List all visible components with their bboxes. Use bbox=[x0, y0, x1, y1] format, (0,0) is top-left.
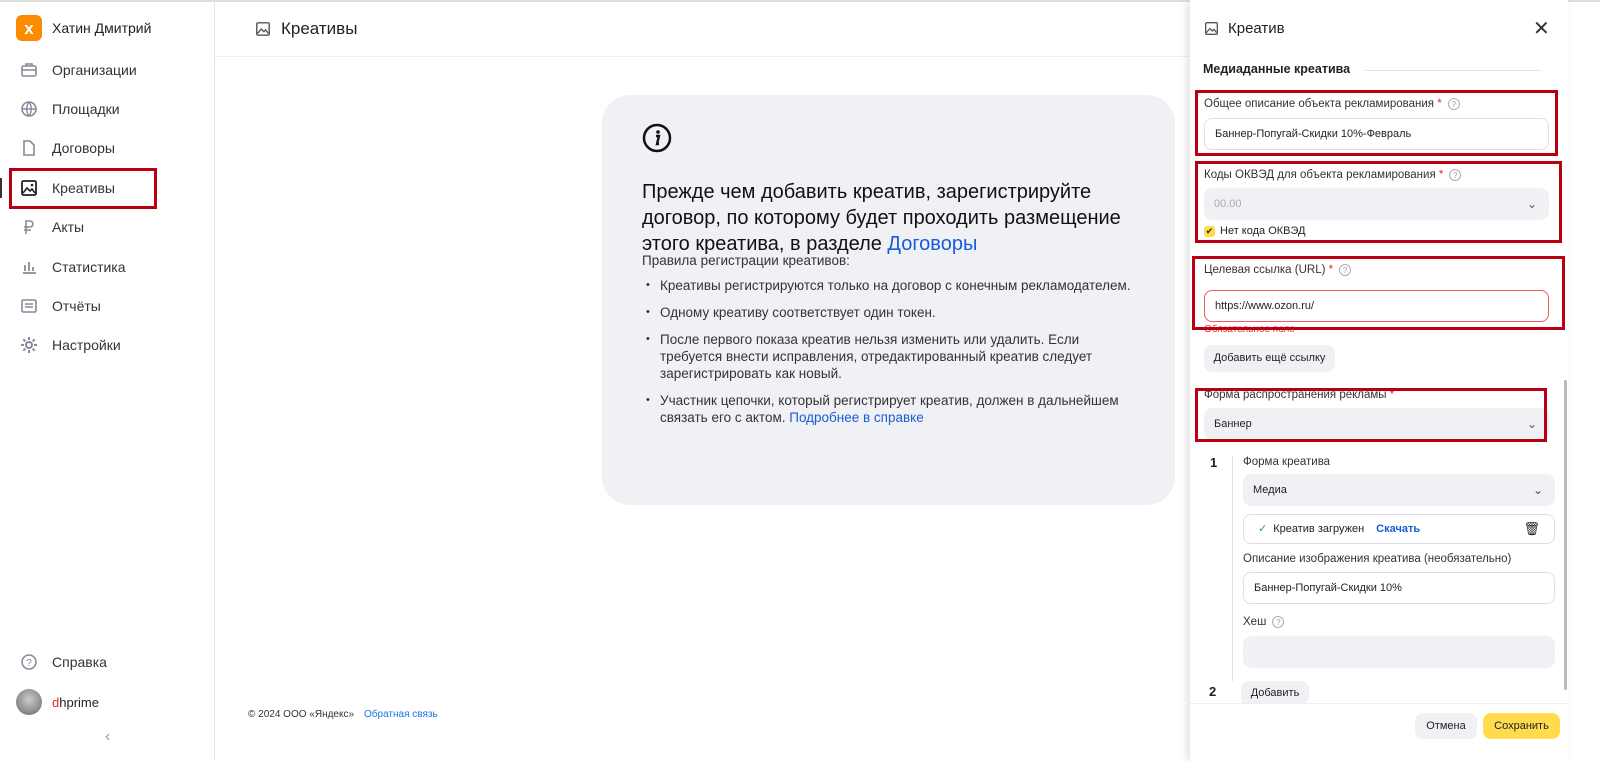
sidebar-item-label: Договоры bbox=[52, 140, 115, 156]
download-link[interactable]: Скачать bbox=[1376, 523, 1420, 535]
chart-icon bbox=[23, 262, 36, 274]
account-name[interactable]: dhprime bbox=[52, 695, 99, 710]
globe-icon bbox=[21, 101, 37, 117]
info-card: Прежде чем добавить креатив, зарегистрир… bbox=[602, 95, 1175, 505]
hash-input[interactable] bbox=[1243, 636, 1555, 668]
trash-icon[interactable]: 🗑 bbox=[1523, 515, 1540, 543]
list-item: Креативы регистрируются только на догово… bbox=[642, 277, 1142, 294]
add-button[interactable]: Добавить bbox=[1241, 681, 1309, 705]
collapse-chevron-icon[interactable]: ‹ bbox=[105, 728, 110, 746]
sidebar-item-label: Настройки bbox=[52, 337, 121, 353]
help-icon: ? bbox=[21, 654, 37, 670]
highlight-box bbox=[1195, 90, 1558, 156]
highlight-box bbox=[1195, 161, 1562, 243]
user-name[interactable]: Хатин Дмитрий bbox=[52, 20, 151, 36]
image-desc-input[interactable]: Баннер-Попугай-Скидки 10% bbox=[1243, 572, 1555, 604]
add-link-button[interactable]: Добавить ещё ссылку bbox=[1204, 345, 1335, 372]
info-icon bbox=[642, 123, 672, 153]
list-item: Одному креативу соответствует один токен… bbox=[642, 304, 1142, 321]
feedback-link[interactable]: Обратная связь bbox=[364, 709, 438, 720]
list-item: Участник цепочки, который регистрирует к… bbox=[642, 392, 1142, 426]
app-logo[interactable]: x bbox=[16, 15, 42, 41]
section-title: Медиаданные креатива bbox=[1203, 62, 1351, 76]
creative-form-label: Форма креатива bbox=[1243, 456, 1331, 468]
sidebar-item-reports[interactable]: Отчёты bbox=[20, 294, 200, 318]
sidebar-item-label: Площадки bbox=[52, 101, 120, 117]
copyright: © 2024 ООО «Яндекс» bbox=[248, 709, 355, 720]
sidebar: x Хатин Дмитрий Организации Площадки Дог… bbox=[0, 0, 215, 761]
sidebar-item-label: Справка bbox=[52, 654, 107, 670]
rules-title: Правила регистрации креативов: bbox=[642, 253, 850, 268]
avatar[interactable] bbox=[16, 689, 42, 715]
help-link[interactable]: Подробнее в справке bbox=[789, 410, 924, 425]
close-icon[interactable]: ✕ bbox=[1533, 16, 1550, 41]
image-icon bbox=[256, 22, 270, 36]
highlight-box bbox=[1192, 256, 1565, 330]
ruble-icon bbox=[24, 220, 34, 234]
document-icon bbox=[23, 140, 35, 156]
save-button[interactable]: Сохранить bbox=[1483, 713, 1560, 739]
image-desc-label: Описание изображения креатива (необязате… bbox=[1243, 553, 1512, 565]
help-icon[interactable]: ? bbox=[1272, 616, 1285, 628]
rules-list: Креативы регистрируются только на догово… bbox=[642, 277, 1142, 436]
gear-icon bbox=[21, 337, 37, 353]
briefcase-icon bbox=[21, 63, 37, 77]
item-number: 2 bbox=[1209, 684, 1217, 699]
contracts-link[interactable]: Договоры bbox=[887, 233, 977, 255]
sidebar-item-label: Статистика bbox=[52, 259, 126, 275]
sidebar-item-label: Организации bbox=[52, 62, 137, 78]
sidebar-item-platforms[interactable]: Площадки bbox=[20, 97, 200, 121]
item-number: 1 bbox=[1210, 455, 1218, 470]
cancel-button[interactable]: Отмена bbox=[1415, 713, 1477, 739]
card-heading: Прежде чем добавить креатив, зарегистрир… bbox=[642, 181, 1121, 255]
page-title-text: Креативы bbox=[281, 19, 358, 38]
active-indicator bbox=[0, 178, 2, 198]
sidebar-item-label: Акты bbox=[52, 219, 85, 235]
page-title: Креативы bbox=[255, 19, 357, 39]
sidebar-item-help[interactable]: ? Справка bbox=[20, 650, 200, 674]
sidebar-item-settings[interactable]: Настройки bbox=[20, 333, 200, 357]
sidebar-item-statistics[interactable]: Статистика bbox=[20, 255, 200, 279]
panel-footer: Отмена Сохранить bbox=[1190, 703, 1568, 761]
svg-text:?: ? bbox=[26, 658, 32, 669]
highlight-box bbox=[9, 168, 157, 209]
highlight-box bbox=[1195, 388, 1547, 442]
creative-panel: Креатив ✕ Медиаданные креатива Общее опи… bbox=[1190, 0, 1568, 761]
sidebar-item-contracts[interactable]: Договоры bbox=[20, 136, 200, 160]
sidebar-item-label: Отчёты bbox=[52, 298, 101, 314]
list-item: После первого показа креатив нельзя изме… bbox=[642, 331, 1142, 382]
check-icon: ✓ bbox=[1258, 523, 1268, 535]
creative-form-select[interactable]: Медиа ⌄ bbox=[1243, 474, 1555, 506]
header-divider bbox=[215, 56, 1190, 57]
scrollbar[interactable] bbox=[1564, 380, 1567, 690]
hash-label: Хеш? bbox=[1243, 616, 1285, 628]
sidebar-item-acts[interactable]: Акты bbox=[20, 215, 200, 239]
panel-title: Креатив bbox=[1228, 20, 1285, 37]
chevron-down-icon: ⌄ bbox=[1532, 483, 1543, 497]
item-divider bbox=[1232, 456, 1233, 681]
section-divider bbox=[1365, 70, 1541, 71]
sidebar-item-organizations[interactable]: Организации bbox=[20, 58, 200, 82]
upload-status: ✓ Креатив загружен Скачать 🗑 bbox=[1243, 514, 1555, 544]
report-icon bbox=[21, 299, 37, 313]
image-icon bbox=[1205, 22, 1218, 35]
